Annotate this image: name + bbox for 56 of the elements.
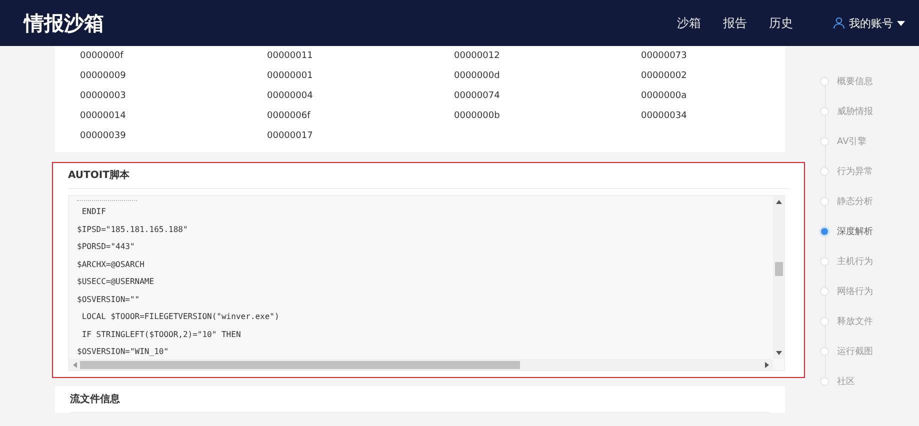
scrollbar-thumb[interactable] [774,262,782,276]
side-nav-item[interactable]: AV引擎 [820,126,873,156]
side-nav-item[interactable]: 运行截图 [820,336,873,366]
section-title: AUTOIT脚本 [68,168,789,189]
id-text: 00000034 [641,110,688,123]
account-menu[interactable]: 我的账号 [833,16,905,30]
section-title: 流文件信息 [70,392,770,413]
id-text: 0000000d [454,70,501,83]
code-line: $PORSD="443" [77,241,136,253]
id-text: 00000009 [80,70,127,83]
nav-link[interactable]: 沙箱 [677,14,701,32]
side-nav-item[interactable]: 行为异常 [820,156,873,186]
code-line: $USECC=@USERNAME [77,276,156,288]
user-icon [833,17,845,29]
id-text: 00000004 [267,90,314,103]
side-nav-item[interactable]: 释放文件 [820,306,873,336]
side-nav-item[interactable]: 威胁情报 [820,96,873,126]
side-nav-item[interactable]: 静态分析 [820,186,873,216]
id-text: 00000012 [454,50,501,63]
id-text: 00000002 [641,70,688,83]
id-text: 00000003 [80,90,127,103]
id-text: 0000000f [80,50,124,63]
scrollbar-thumb[interactable] [80,360,520,368]
side-nav-item[interactable]: 社区 [820,366,873,396]
id-text: 00000073 [641,50,688,63]
code-line: $IPSD="185.181.165.188" [77,224,189,236]
code-line: IF STRINGLEFT($TOOOR,2)="10" THEN [80,328,242,340]
side-nav-item[interactable]: 深度解析 [820,216,873,246]
code-line: $OSVERSION="WIN_10" [77,346,170,358]
side-nav-item[interactable]: 概要信息 [820,66,873,96]
left-arrow-icon [73,362,77,368]
nav-link[interactable]: 历史 [769,14,793,32]
side-nav-item[interactable]: 网络行为 [820,276,873,306]
nav-link[interactable]: 报告 [723,14,747,32]
code-line: LOCAL $TOOOR=FILEGETVERSION("winver.exe") [80,311,280,323]
side-nav-item[interactable]: 主机行为 [820,246,873,276]
id-text: 00000039 [80,130,127,143]
up-arrow-icon [776,200,782,204]
id-text: 00000014 [80,110,127,123]
id-text: 0000000a [641,90,688,103]
code-line: $ARCHX=@OSARCH [77,258,146,270]
vertical-scrollbar[interactable] [773,196,784,359]
caret-icon [897,20,905,26]
down-arrow-icon [776,351,782,355]
horizontal-scrollbar[interactable] [69,359,773,370]
id-text: 00000017 [267,130,314,143]
id-text: 0000000b [454,110,501,123]
right-arrow-icon [765,362,769,368]
logo-text: 情报沙箱 [24,10,104,36]
step-dot-icon [819,226,830,236]
id-text: 0000006f [267,110,312,123]
code-line: $OSVERSION="" [77,294,141,306]
id-text: 00000001 [267,70,314,83]
id-text: 00000074 [454,90,501,103]
code-line: ENDIF [80,206,107,218]
id-text: 00000011 [267,50,314,63]
